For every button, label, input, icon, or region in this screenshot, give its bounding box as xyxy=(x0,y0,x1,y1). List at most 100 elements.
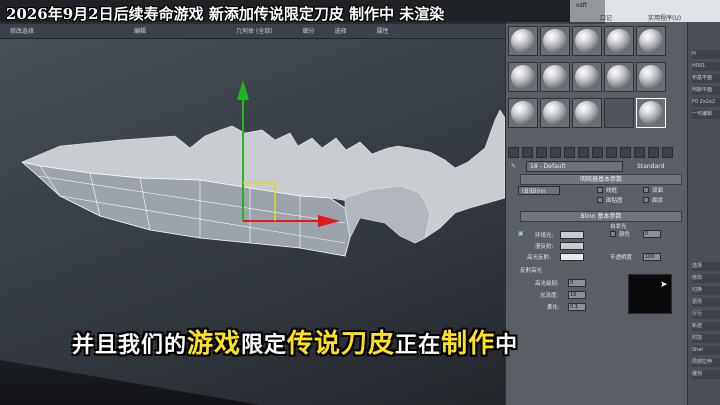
make-unique-icon[interactable] xyxy=(578,146,589,158)
wire-checkbox[interactable] xyxy=(597,187,603,193)
go-forward-icon[interactable] xyxy=(662,146,673,158)
command-tool-item[interactable]: 局部拉伸 xyxy=(692,358,720,367)
command-tool-item[interactable]: 切换 xyxy=(692,286,720,295)
self-illum-color-checkbox[interactable] xyxy=(610,231,616,237)
material-slot[interactable] xyxy=(636,62,666,92)
material-sphere-preview xyxy=(607,65,631,89)
get-material-icon[interactable] xyxy=(508,146,519,158)
diffuse-label: 漫反射: xyxy=(535,244,554,250)
subtitle-segment: 游戏 xyxy=(187,329,242,359)
material-slot[interactable] xyxy=(572,26,602,56)
material-sphere-preview xyxy=(639,101,663,125)
specular-swatch[interactable] xyxy=(560,253,584,261)
two-sided-label: 双面 xyxy=(652,188,664,194)
menu-item-edit[interactable]: 编辑 xyxy=(124,26,156,35)
material-sphere-preview xyxy=(543,65,567,89)
menu-item-subdivide[interactable]: 细分 xyxy=(293,26,325,35)
material-sphere-preview xyxy=(575,101,599,125)
knife-guard xyxy=(344,185,431,244)
soften-spinner[interactable]: 0.1 xyxy=(568,303,586,311)
show-in-viewport-icon[interactable] xyxy=(620,146,631,158)
put-to-scene-icon[interactable] xyxy=(522,146,533,158)
glossiness-label: 光泽度: xyxy=(540,293,559,299)
faceted-label: 面状 xyxy=(652,198,664,204)
mouse-cursor-icon: ➤ xyxy=(660,280,668,290)
material-toolbar xyxy=(508,146,686,158)
face-map-checkbox[interactable] xyxy=(597,197,603,203)
material-sphere-preview xyxy=(639,29,663,53)
material-slot[interactable] xyxy=(636,98,666,128)
command-tool-item[interactable]: 雕刻 xyxy=(692,370,720,379)
wire-label: 线框 xyxy=(606,188,618,194)
material-name-row: ✎ 18 - Default Standard xyxy=(508,160,686,172)
menu-item-modify-select[interactable]: 修改选择 xyxy=(0,26,44,35)
opacity-spinner[interactable]: 100 xyxy=(643,253,661,261)
self-illum-spinner[interactable]: 0 xyxy=(643,230,661,238)
go-to-parent-icon[interactable] xyxy=(648,146,659,158)
subtitle-segment: 制作 xyxy=(441,329,496,359)
specular-highlights-title: 反射高光 xyxy=(520,268,543,274)
material-slot[interactable] xyxy=(604,98,634,128)
command-tool-item[interactable]: 选择 xyxy=(692,262,720,271)
two-sided-checkbox[interactable] xyxy=(643,187,649,193)
material-type-button[interactable]: Standard xyxy=(637,163,664,170)
blinn-params-rollout[interactable]: Blinn 基本参数 xyxy=(520,211,682,222)
reset-map-icon[interactable] xyxy=(550,146,561,158)
material-slot[interactable] xyxy=(540,62,570,92)
command-tool-item[interactable]: 附加 xyxy=(692,334,720,343)
subtitle-segment: 并且我们的 xyxy=(72,333,188,358)
ribbon-menubar: 修改选择 编辑 几何体 (全部) 细分 选择 属性 xyxy=(0,22,508,39)
put-to-library-icon[interactable] xyxy=(592,146,603,158)
glossiness-spinner[interactable]: 10 xyxy=(568,291,586,299)
command-tool-item[interactable]: Shel xyxy=(692,346,720,355)
material-name-field[interactable]: 18 - Default xyxy=(526,160,624,172)
self-illum-label: 自发光 xyxy=(610,224,627,230)
shader-params-rollout[interactable]: 明暗器基本参数 xyxy=(520,174,682,185)
material-sphere-preview xyxy=(639,65,663,89)
modifier-stack-item[interactable]: H xyxy=(692,50,720,59)
material-slot[interactable] xyxy=(540,26,570,56)
copy-material-icon[interactable] xyxy=(564,146,575,158)
command-tool-item[interactable]: 新建 xyxy=(692,322,720,331)
command-tool-item[interactable]: 行行 xyxy=(692,310,720,319)
lock-icon[interactable]: ▣ xyxy=(518,231,523,237)
show-end-result-icon[interactable] xyxy=(634,146,645,158)
modifier-stack-item[interactable]: H001 xyxy=(692,62,720,71)
material-sphere-preview xyxy=(511,29,535,53)
subtitle-segment: 传说刀皮 xyxy=(287,329,396,359)
material-slot[interactable] xyxy=(508,98,538,128)
material-sphere-preview xyxy=(511,65,535,89)
eyedropper-icon[interactable]: ✎ xyxy=(511,163,516,170)
material-slot[interactable] xyxy=(508,62,538,92)
material-slot[interactable] xyxy=(508,26,538,56)
menu-item-geometry[interactable]: 几何体 (全部) xyxy=(226,26,283,35)
video-title-banner: 2026年9月2日后续寿命游戏 新添加传说限定刀皮 制作中 未渲染 xyxy=(0,0,605,24)
material-slot[interactable] xyxy=(604,62,634,92)
shader-type-dropdown[interactable]: (B)Blinn xyxy=(518,186,560,195)
ambient-swatch[interactable] xyxy=(560,231,584,239)
material-sphere-preview xyxy=(607,29,631,53)
material-sphere-preview xyxy=(543,29,567,53)
modifier-stack-item[interactable]: 一可编辑 xyxy=(692,110,720,119)
video-subtitle: 并且我们的游戏限定传说刀皮正在制作中 xyxy=(72,323,518,360)
material-slot[interactable] xyxy=(572,98,602,128)
assign-material-icon[interactable] xyxy=(536,146,547,158)
ambient-label: 环境光: xyxy=(535,233,554,239)
specular-level-spinner[interactable]: 0 xyxy=(568,279,586,287)
menu-item-properties[interactable]: 属性 xyxy=(367,26,399,35)
menu-item-select[interactable]: 选择 xyxy=(325,26,357,35)
diffuse-swatch[interactable] xyxy=(560,242,584,250)
subtitle-segment: 中 xyxy=(495,333,519,358)
modifier-stack-item[interactable]: 布基平面 xyxy=(692,74,720,83)
ribbon-item-utilities[interactable]: 实用程序(U) xyxy=(648,13,681,22)
modifier-stack-item[interactable]: F0 2x2x2 xyxy=(692,98,720,107)
material-slot[interactable] xyxy=(540,98,570,128)
modifier-stack-item[interactable]: 阿斯平面 xyxy=(692,86,720,95)
command-tool-item[interactable]: 更改 xyxy=(692,298,720,307)
material-slot[interactable] xyxy=(572,62,602,92)
faceted-checkbox[interactable] xyxy=(643,197,649,203)
material-id-icon[interactable] xyxy=(606,146,617,158)
material-slot[interactable] xyxy=(604,26,634,56)
material-slot[interactable] xyxy=(636,26,666,56)
command-tool-item[interactable]: 修改 xyxy=(692,274,720,283)
